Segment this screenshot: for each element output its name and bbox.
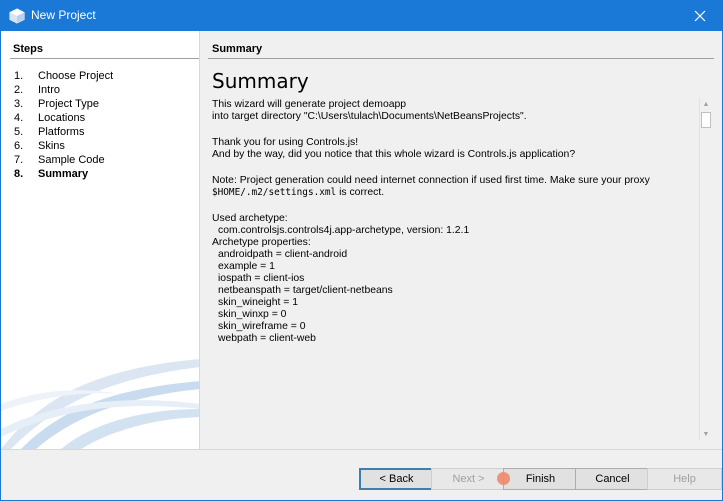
finish-button[interactable]: Finish (503, 468, 578, 490)
dialog-body: Steps 1. Choose Project 2. Intro 3. Project… (0, 31, 723, 501)
summary-line: Archetype properties: (212, 237, 311, 248)
archetype-property: skin_wineight = 1 (218, 297, 298, 308)
title-bar: New Project (0, 0, 723, 31)
archetype-property: androidpath = client-android (218, 249, 348, 260)
archetype-property: webpath = client-web (218, 333, 316, 344)
footer-divider (1, 449, 722, 450)
netbeans-cube-icon (9, 8, 25, 24)
close-icon (694, 10, 706, 21)
steps-list: 1. Choose Project 2. Intro 3. Project Type … (14, 69, 113, 181)
summary-header: Summary (212, 43, 263, 55)
summary-content: This wizard will generate project demoap… (212, 99, 692, 345)
archetype-property: skin_winxp = 0 (218, 309, 287, 320)
summary-panel: Summary Summary This wizard will generat… (200, 31, 722, 449)
step-item: 4. Locations (14, 112, 86, 124)
step-item-active: 8. Summary (14, 168, 89, 180)
scroll-down-arrow-icon[interactable]: ▼ (700, 428, 712, 440)
steps-divider (10, 58, 199, 59)
summary-line: This wizard will generate project demoap… (212, 99, 407, 110)
summary-line: Thank you for using Controls.js! (212, 137, 359, 148)
scroll-up-arrow-icon[interactable]: ▲ (700, 98, 712, 110)
window-title: New Project (31, 8, 96, 22)
step-item: 7. Sample Code (14, 154, 105, 166)
step-item: 6. Skins (14, 140, 65, 152)
summary-line: And by the way, did you notice that this… (212, 149, 576, 160)
step-item: 3. Project Type (14, 98, 99, 110)
summary-line: Used archetype: (212, 213, 288, 224)
summary-title: Summary (212, 69, 309, 93)
decorative-swoosh-graphic (1, 359, 199, 449)
cancel-button[interactable]: Cancel (575, 468, 650, 490)
summary-line: into target directory "C:\Users\tulach\D… (212, 111, 527, 122)
archetype-property: example = 1 (218, 261, 275, 272)
archetype-property: skin_wireframe = 0 (218, 321, 306, 332)
steps-header: Steps (13, 43, 43, 55)
next-button[interactable]: Next > (431, 468, 506, 490)
archetype-property: iospath = client-ios (218, 273, 305, 284)
steps-panel: Steps 1. Choose Project 2. Intro 3. Project… (1, 31, 200, 449)
step-item: 2. Intro (14, 84, 61, 96)
back-button[interactable]: < Back (359, 468, 434, 490)
vertical-scrollbar[interactable]: ▲ ▼ (699, 98, 712, 440)
summary-line: Note: Project generation could need inte… (212, 175, 650, 186)
step-item: 5. Platforms (14, 126, 85, 138)
summary-divider (208, 58, 714, 59)
help-button[interactable]: Help (647, 468, 722, 490)
settings-path-code: $HOME/.m2/settings.xml (212, 187, 337, 198)
summary-line: com.controlsjs.controls4j.app-archetype,… (218, 225, 470, 236)
archetype-property: netbeanspath = target/client-netbeans (218, 285, 393, 296)
close-button[interactable] (677, 0, 723, 31)
step-item: 1. Choose Project (14, 70, 114, 82)
scroll-thumb[interactable] (701, 112, 711, 128)
mouse-cursor-indicator (497, 472, 510, 485)
summary-line: $HOME/.m2/settings.xml is correct. (212, 187, 385, 198)
